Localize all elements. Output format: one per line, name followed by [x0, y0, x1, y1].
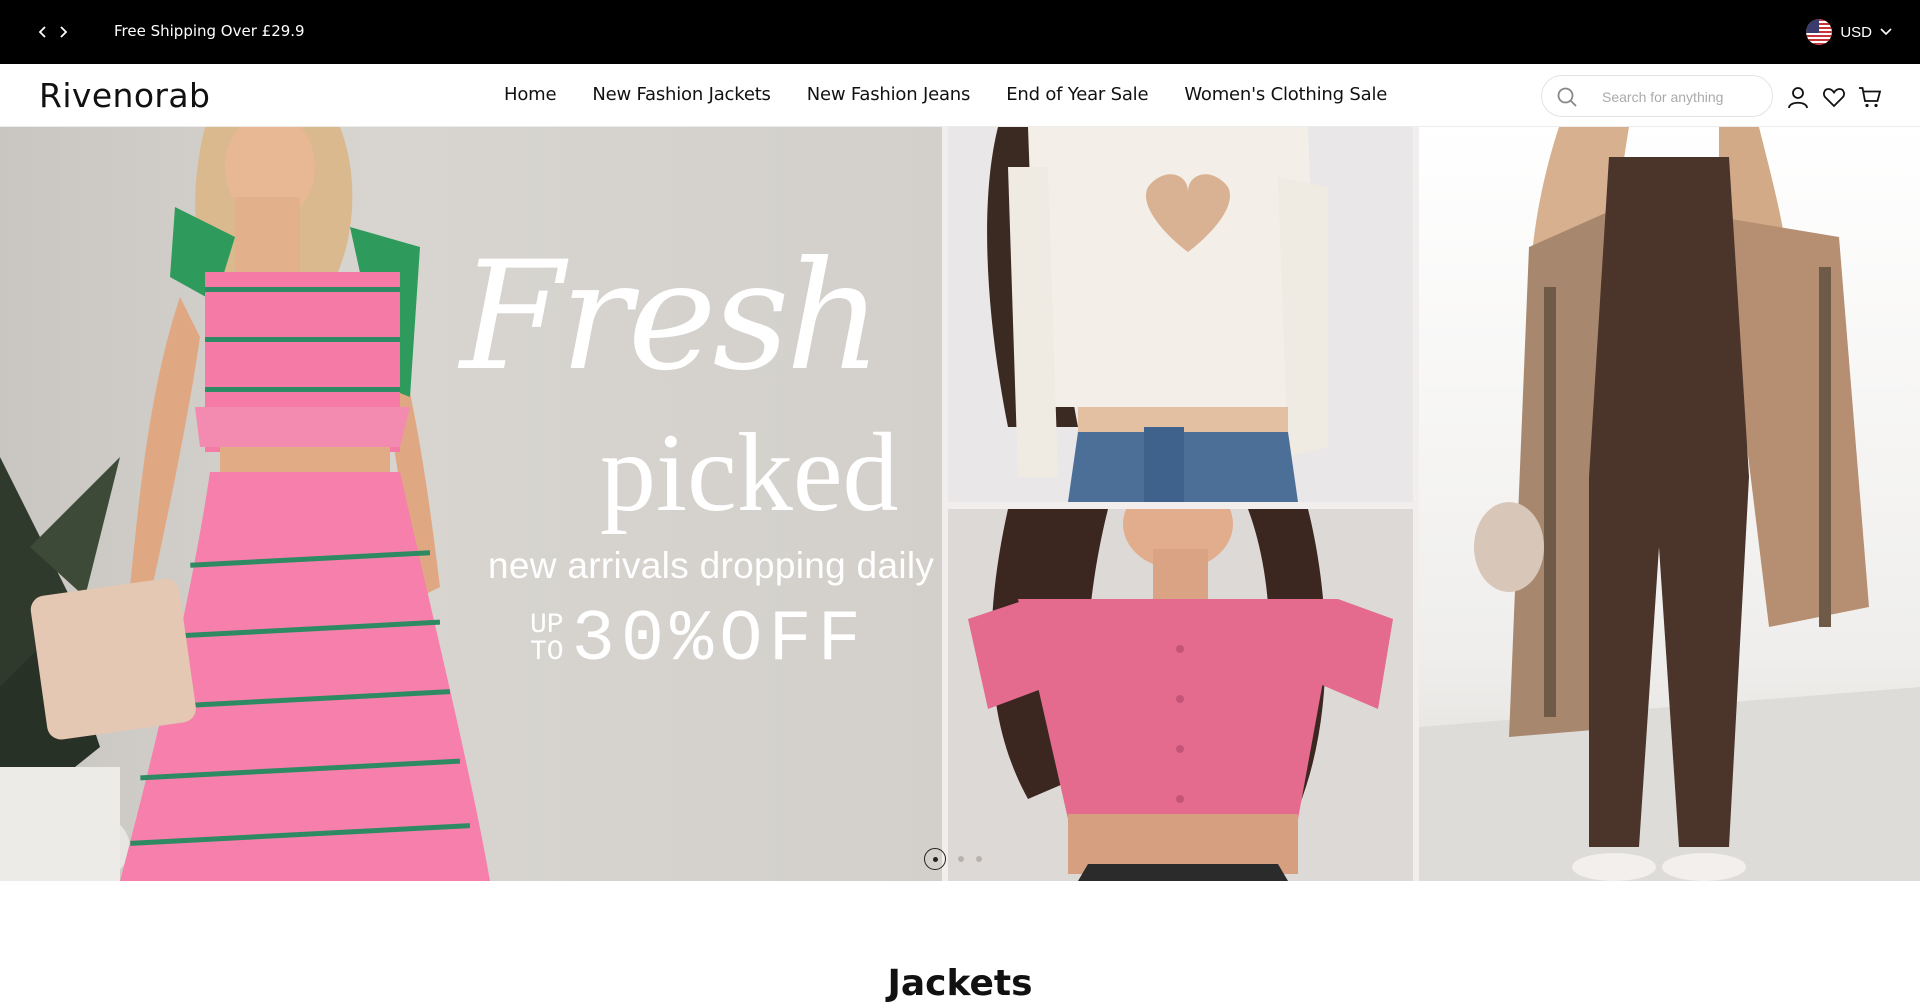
section-title: Jackets — [887, 963, 1033, 1004]
white-sweater-illustration — [987, 127, 1328, 502]
nav-womens-clothing-sale[interactable]: Women's Clothing Sale — [1184, 84, 1387, 105]
announcement-bar: Free Shipping Over £29.9 USD — [0, 0, 1920, 64]
hero-discount: UP TO 30%OFF — [530, 599, 867, 681]
hero-headline-fresh: Fresh — [460, 230, 882, 404]
hero-image-brown-jumpsuit — [1419, 127, 1920, 881]
chevron-down-icon — [1880, 28, 1892, 36]
pink-cardigan-illustration — [968, 509, 1393, 881]
slide-dot-1[interactable] — [924, 848, 946, 870]
cart-icon[interactable] — [1858, 85, 1882, 109]
main-nav: Home New Fashion Jackets New Fashion Jea… — [504, 84, 1387, 105]
nav-new-fashion-jackets[interactable]: New Fashion Jackets — [592, 84, 771, 105]
brown-jumpsuit-illustration — [1419, 127, 1920, 881]
site-logo[interactable]: Rivenorab — [39, 76, 210, 115]
hero-upto-top: UP — [530, 610, 564, 642]
hero-banner[interactable]: Fresh picked new arrivals dropping daily… — [0, 127, 1920, 881]
hero-slide-dots — [924, 848, 982, 870]
chevron-left-icon[interactable] — [36, 22, 50, 42]
search-input[interactable] — [1602, 86, 1762, 108]
account-icon[interactable] — [1786, 85, 1810, 109]
site-header: Rivenorab Home New Fashion Jackets New F… — [0, 64, 1920, 127]
slide-dot-2[interactable] — [958, 856, 964, 862]
currency-selector[interactable]: USD — [1806, 19, 1892, 45]
slide-dot-3[interactable] — [976, 856, 982, 862]
hero-headline-picked: picked — [600, 411, 899, 535]
hero-discount-value: 30%OFF — [571, 599, 867, 681]
currency-label: USD — [1840, 23, 1872, 41]
chevron-right-icon[interactable] — [56, 22, 70, 42]
hero-image-pink-knit-set: Fresh picked new arrivals dropping daily… — [0, 127, 942, 881]
announcement-arrows — [36, 22, 70, 42]
nav-new-fashion-jeans[interactable]: New Fashion Jeans — [807, 84, 971, 105]
hero-image-white-sweater — [948, 127, 1413, 502]
hero-image-pink-cardigan — [948, 509, 1413, 881]
search-box — [1541, 75, 1773, 117]
announcement-text: Free Shipping Over £29.9 — [114, 22, 305, 40]
hero-upto: UP TO — [530, 610, 564, 668]
hero-upto-bottom: TO — [530, 637, 564, 668]
wishlist-heart-icon[interactable] — [1822, 85, 1846, 109]
nav-end-of-year-sale[interactable]: End of Year Sale — [1006, 84, 1148, 105]
nav-home[interactable]: Home — [504, 84, 557, 105]
hero-subheadline: new arrivals dropping daily — [488, 545, 935, 586]
search-icon[interactable] — [1556, 86, 1578, 108]
us-flag-icon — [1806, 19, 1833, 45]
